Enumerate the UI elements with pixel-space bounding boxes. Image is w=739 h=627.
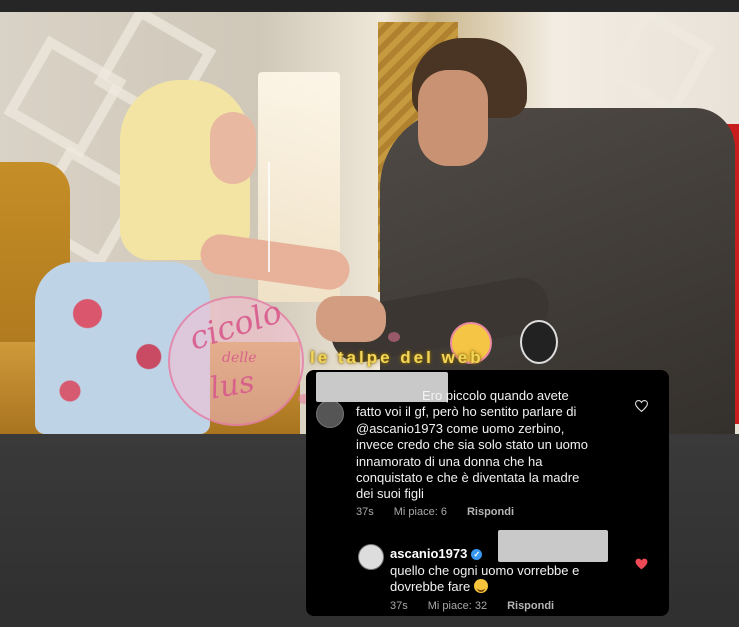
comment-text: quello che ogni uomo vorrebbe e dovrebbe… — [390, 563, 620, 596]
comment-username[interactable]: ascanio1973 ✓ — [390, 546, 483, 561]
mascot-icon — [520, 320, 558, 364]
hex-decor — [605, 12, 715, 117]
avatar[interactable] — [316, 400, 344, 428]
man-face — [418, 70, 488, 166]
comment-time: 37s — [356, 506, 374, 518]
like-count[interactable]: Mi piace: 32 — [428, 600, 487, 612]
comment-text: Ero piccolo quando avete fatto voi il gf… — [356, 388, 647, 503]
comment-time: 37s — [390, 600, 408, 612]
held-hands — [316, 296, 386, 342]
wine-glass — [268, 162, 284, 272]
comment-line: @ascanio1973 come uomo zerbino, — [356, 420, 565, 436]
redacted-mention — [498, 530, 608, 562]
watermark-text: delle — [222, 350, 257, 366]
comment-meta: 37s Mi piace: 6 Rispondi — [356, 506, 514, 518]
comment-line: fatto voi il gf, però ho sentito parlare… — [356, 404, 577, 420]
comment-line: invece credo che sia solo stato un uomo — [356, 437, 588, 453]
smiling-face-icon — [473, 579, 488, 594]
comment-line: dei suoi figli — [356, 486, 424, 502]
like-count[interactable]: Mi piace: 6 — [394, 506, 447, 518]
comment-line: Ero piccolo quando avete — [422, 388, 569, 403]
woman-face — [210, 112, 256, 184]
avatar[interactable] — [358, 544, 384, 570]
heart-filled-icon[interactable] — [635, 558, 648, 572]
reply-button[interactable]: Rispondi — [507, 600, 554, 612]
top-strip — [0, 0, 739, 12]
comment-line: conquistato e che è diventata la madre — [356, 470, 580, 486]
hex-decor — [3, 35, 127, 159]
comment-line-text: dovrebbe fare — [390, 579, 471, 595]
comment-line: quello che ogni uomo vorrebbe e — [390, 563, 580, 578]
comments-card: Ero piccolo quando avete fatto voi il gf… — [306, 370, 669, 616]
heart-outline-icon[interactable] — [634, 400, 649, 414]
reply-button[interactable]: Rispondi — [467, 506, 514, 518]
watermark-text: lus — [207, 364, 258, 407]
comment-line: dovrebbe fare — [390, 579, 620, 595]
paw-icon — [388, 332, 400, 342]
username-text[interactable]: ascanio1973 — [390, 546, 467, 561]
verified-badge-icon: ✓ — [471, 549, 483, 561]
watermark-circle-logo: cicolo delle lus — [168, 292, 304, 426]
watermark-talpe: le talpe del web — [310, 348, 484, 367]
comment-meta: 37s Mi piace: 32 Rispondi — [390, 600, 554, 612]
comment-line: innamorato di una donna che ha — [356, 453, 543, 469]
